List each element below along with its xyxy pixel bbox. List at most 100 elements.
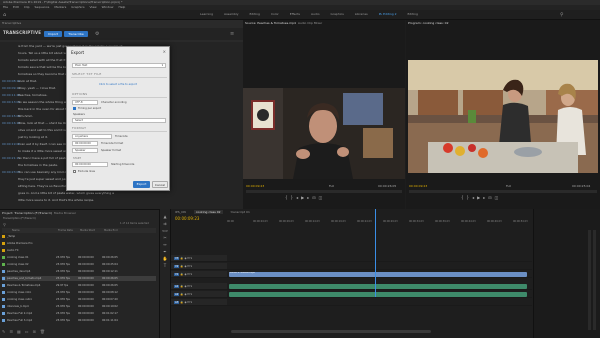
track-controls-icon[interactable]: 🔒 ◉ M S: [179, 293, 192, 296]
export-button[interactable]: Export: [133, 181, 150, 188]
project-item[interactable]: Peaches Full 3.mp4 23.976 fps 00:00:00:00 0…: [2, 318, 156, 323]
track-controls-icon[interactable]: 🔒 ◉ M S: [179, 285, 192, 288]
project-item[interactable]: peaches_and_tomato.mp4 23.976 fps 00:00:00…: [2, 276, 156, 281]
menu-item-window[interactable]: Window: [102, 5, 114, 9]
track-controls-icon[interactable]: 🔒 ◉ M S: [179, 265, 192, 268]
workspace-tab[interactable]: Assembly: [224, 12, 238, 16]
project-item[interactable]: _Temp: [2, 234, 156, 239]
menu-item-file[interactable]: File: [3, 5, 8, 9]
col-media-start[interactable]: Media Start: [80, 228, 95, 233]
project-item[interactable]: Audio FX: [2, 248, 156, 253]
import-button[interactable]: Import: [44, 31, 62, 37]
track-header[interactable]: V2 🔒 ◉ M S: [171, 263, 227, 270]
track-lane[interactable]: [227, 263, 532, 270]
track-header[interactable]: A1 🔒 ◉ M S: [171, 283, 227, 290]
workspace-tab[interactable]: Learning: [200, 12, 213, 16]
razor-icon[interactable]: ✂: [160, 234, 170, 241]
export-frame-icon[interactable]: ◫: [319, 195, 326, 200]
col-frame-rate[interactable]: Frame Rate: [58, 228, 73, 233]
timeline-scrollbar[interactable]: [231, 330, 431, 333]
trash-icon[interactable]: 🗑: [40, 329, 49, 334]
search-icon[interactable]: ⚲: [3, 222, 6, 227]
sequence-tab[interactable]: cooking class 02: [193, 210, 223, 214]
workspace-tab[interactable]: Audio: [311, 12, 320, 16]
workspace-tab[interactable]: Effects: [290, 12, 300, 16]
list-view-icon[interactable]: ☰: [9, 329, 17, 334]
workspace-tab[interactable]: Editing: [250, 12, 260, 16]
menu-item-clip[interactable]: Clip: [24, 5, 30, 9]
project-item[interactable]: cooking class 01 23.976 fps 00:00:00:00 00:…: [2, 255, 156, 260]
audio-clip[interactable]: [229, 284, 527, 289]
track-lane[interactable]: Peaches & Tomatoes.mp4: [227, 271, 532, 278]
select-file-link[interactable]: Click to select a file to export: [99, 83, 137, 86]
workspace-tab[interactable]: Graphics: [331, 12, 344, 16]
workspace-tab[interactable]: Libraries: [355, 12, 368, 16]
start-timecode-input[interactable]: 00:00:00:00: [72, 162, 108, 167]
sequence-tab[interactable]: transcript 01: [231, 210, 250, 214]
home-icon[interactable]: ⌂: [3, 12, 6, 18]
workspace-tab[interactable]: Color: [271, 12, 279, 16]
col-media-end[interactable]: Media End: [104, 228, 118, 233]
icon-view-icon[interactable]: ▦: [17, 329, 25, 334]
playhead[interactable]: [375, 209, 376, 297]
source-zoom[interactable]: Full: [329, 184, 334, 188]
exclude-checkbox[interactable]: [73, 170, 76, 173]
tab-program[interactable]: Program: cooking class: 02: [408, 21, 449, 25]
export-frame-icon[interactable]: ◫: [495, 195, 502, 200]
selection-tool-icon[interactable]: ▲: [160, 213, 170, 220]
track-select-icon[interactable]: ⇉: [160, 220, 170, 227]
project-item[interactable]: cooking class intro 23.976 fps 00:00:00:00…: [2, 290, 156, 295]
menu-item-edit[interactable]: Edit: [13, 5, 19, 9]
track-header[interactable]: A3 🔒 ◉ M S: [171, 299, 227, 306]
tab-project[interactable]: Project: Transcription (F:\Transcri): [2, 211, 52, 215]
hand-icon[interactable]: ✋: [160, 255, 170, 262]
program-zoom[interactable]: Full: [506, 184, 511, 188]
track-lane[interactable]: [227, 299, 532, 306]
menu-item-view[interactable]: View: [90, 5, 97, 9]
source-scrubber[interactable]: [246, 190, 402, 193]
workspace-tab[interactable]: Editing: [408, 12, 418, 16]
cancel-button[interactable]: Cancel: [152, 181, 168, 188]
timecode-select[interactable]: Anywhere: [72, 134, 112, 139]
project-item[interactable]: cooking class outro 23.976 fps 00:00:00:00…: [2, 297, 156, 302]
project-item[interactable]: Adobe Premiere Pro: [2, 241, 156, 246]
menu-icon[interactable]: ≡: [230, 31, 234, 37]
workspace-tab[interactable]: PL Editing 2: [379, 12, 397, 16]
track-controls-icon[interactable]: 🔒 ◉ M S: [179, 301, 192, 304]
col-name[interactable]: Name: [12, 228, 20, 233]
project-item[interactable]: interview_b.mp4 23.976 fps 00:00:00:00 00:0…: [2, 304, 156, 309]
video-clip[interactable]: Peaches & Tomatoes.mp4: [229, 272, 527, 277]
track-controls-icon[interactable]: 🔒 ◉ M S: [179, 257, 192, 260]
format-select[interactable]: Plain Text ▾: [72, 63, 166, 68]
track-header[interactable]: A2 🔒 ◉ M S: [171, 291, 227, 298]
panel-tab-transcriptive[interactable]: Transcriptive: [2, 21, 21, 25]
type-icon[interactable]: T: [160, 262, 170, 269]
timing-checkbox[interactable]: [73, 107, 76, 110]
timecode-format-select[interactable]: 00:00:00:00: [72, 141, 98, 146]
tab-audio-mixer[interactable]: Audio Clip Mixer: [298, 21, 322, 25]
track-lane[interactable]: [227, 291, 532, 298]
project-item[interactable]: Peaches Full 2.mp4 23.976 fps 00:00:00:00 0…: [2, 311, 156, 316]
track-lane[interactable]: [227, 283, 532, 290]
gear-icon[interactable]: ⚙: [95, 31, 99, 37]
program-scrubber[interactable]: [409, 190, 597, 193]
audio-clip[interactable]: [229, 292, 527, 297]
slip-icon[interactable]: ↔: [160, 241, 170, 248]
menu-item-help[interactable]: Help: [118, 5, 125, 9]
speakers-select[interactable]: Select: [72, 118, 166, 123]
close-icon[interactable]: ×: [163, 49, 166, 54]
transcribe-button[interactable]: Transcribe: [64, 31, 88, 37]
menu-item-graphics[interactable]: Graphics: [71, 5, 84, 9]
tab-source[interactable]: Source: Peaches & Tomatoes.mp4: [245, 21, 296, 25]
track-header[interactable]: V3 🔒 ◉ M S: [171, 255, 227, 262]
timeline-ruler[interactable]: 00:00 00:00:04:23 00:00:09:23 00:00:14:23 00…: [227, 220, 532, 226]
track-header[interactable]: V1 🔒 ◉ M S: [171, 271, 227, 278]
new-item-icon[interactable]: ⊞: [33, 329, 40, 334]
pen-icon[interactable]: ✒: [160, 248, 170, 255]
sequence-tab[interactable]: IPS_ON: [175, 210, 186, 214]
encoding-select[interactable]: UTF-8: [72, 100, 98, 105]
ripple-edit-icon[interactable]: ⟺: [160, 227, 170, 234]
tab-media-browser[interactable]: Media Browser: [54, 211, 76, 215]
speaker-format-select[interactable]: Speaker: [72, 148, 98, 153]
menu-item-markers[interactable]: Markers: [54, 5, 66, 9]
